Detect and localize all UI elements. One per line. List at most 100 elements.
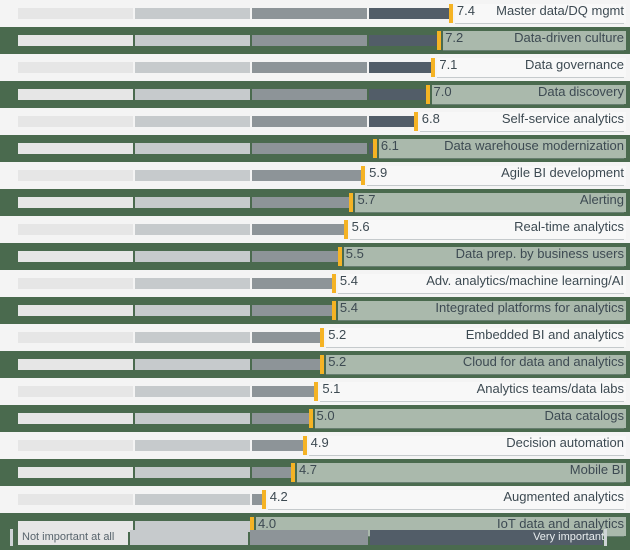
legend-segment-3 [250,530,368,545]
category-label: Analytics teams/data labs [476,381,624,396]
bar-segment-2 [135,116,250,127]
category-label: Cloud for data and analytics [462,354,624,369]
bar-segment-1 [18,305,133,316]
bar-segment-1 [18,413,133,424]
bar-segment-1 [18,197,133,208]
bar-segment-2 [135,440,250,451]
bar-segment-2 [135,170,250,181]
bar-segment-3 [252,305,332,316]
value-marker [343,220,348,239]
bar-segment-3 [252,278,332,289]
value-marker [308,409,313,428]
value-marker [290,463,295,482]
bar-segment-2 [135,332,250,343]
label-underline [419,131,624,132]
bar-segment-2 [135,89,250,100]
bar-segment-3 [252,386,315,397]
bar-segment-4 [369,8,449,19]
bar-segment-2 [135,278,250,289]
bar-segment-4 [369,116,414,127]
label-underline [443,50,624,51]
label-underline [337,320,624,321]
bar-segment-1 [18,440,133,451]
chart-row: 5.1 Analytics teams/data labs [0,378,630,405]
label-underline [378,158,624,159]
value-marker [337,247,342,266]
category-label: Master data/DQ mgmt [496,3,624,18]
chart-row: 6.8 Self-service analytics [0,108,630,135]
legend-right-cap [604,529,607,546]
bar-segment-3 [252,8,367,19]
bar-segment-1 [18,467,133,478]
value-label: 4.9 [310,435,329,450]
value-marker [331,274,336,293]
bar-segment-1 [18,143,133,154]
value-label: 6.8 [421,111,440,126]
chart-row: 5.4 Integrated platforms for analytics [0,297,630,324]
category-label: Data prep. by business users [455,246,624,261]
bar-segment-3 [252,467,291,478]
value-label: 5.5 [345,246,364,261]
chart-row: 5.5 Data prep. by business users [0,243,630,270]
category-label: Real-time analytics [514,219,624,234]
value-label: 7.0 [433,84,452,99]
bar-segment-3 [252,143,367,154]
category-label: Self-service analytics [501,111,624,126]
importance-bar-chart: 7.4 Master data/DQ mgmt 7.2 Data-driven cul… [0,0,630,550]
value-marker [302,436,307,455]
category-label: Alerting [579,192,624,207]
scale-legend: Not important at all Very important [0,524,630,550]
bar-segment-2 [135,62,250,73]
label-underline [454,23,624,24]
value-label: 4.7 [298,462,318,477]
value-label: 4.2 [269,489,288,504]
bar-segment-3 [252,494,262,505]
value-marker [372,139,377,158]
bar-segment-1 [18,386,133,397]
value-marker [320,328,325,347]
bar-segment-1 [18,359,133,370]
bar-segment-1 [18,278,133,289]
bar-segment-3 [252,116,367,127]
label-underline [349,239,624,240]
value-label: 5.4 [339,300,358,315]
bar-segment-3 [252,197,350,208]
bar-segment-3 [252,224,344,235]
bar-segment-1 [18,62,133,73]
bar-segment-2 [135,143,250,154]
category-label: Agile BI development [501,165,624,180]
value-marker [331,301,336,320]
bar-segment-3 [252,89,367,100]
chart-row: 7.4 Master data/DQ mgmt [0,0,630,27]
label-underline [431,104,624,105]
value-label: 7.4 [456,3,475,18]
bar-segment-2 [135,494,250,505]
value-label: 5.6 [351,219,370,234]
category-label: Embedded BI and analytics [465,327,624,342]
category-label: Integrated platforms for analytics [435,300,624,315]
category-label: Adv. analytics/machine learning/AI [426,273,624,288]
bar-segment-1 [18,8,133,19]
label-underline [437,77,624,78]
value-marker [320,355,325,374]
bar-segment-1 [18,251,133,262]
bar-segment-4 [369,62,432,73]
bar-segment-3 [252,413,309,424]
chart-row: 5.2 Cloud for data and analytics [0,351,630,378]
chart-row: 5.0 Data catalogs [0,405,630,432]
legend-segment-2 [130,530,248,545]
chart-row: 5.6 Real-time analytics [0,216,630,243]
label-underline [267,509,624,510]
bar-segment-3 [252,62,367,73]
label-underline [326,347,624,348]
category-label: Augmented analytics [503,489,624,504]
label-underline [320,401,624,402]
value-label: 5.1 [322,381,341,396]
value-marker [261,490,266,509]
bar-segment-1 [18,35,133,46]
value-marker [349,193,354,212]
bar-segment-3 [252,170,362,181]
chart-row: 5.9 Agile BI development [0,162,630,189]
bar-segment-1 [18,116,133,127]
bar-segment-3 [252,35,367,46]
